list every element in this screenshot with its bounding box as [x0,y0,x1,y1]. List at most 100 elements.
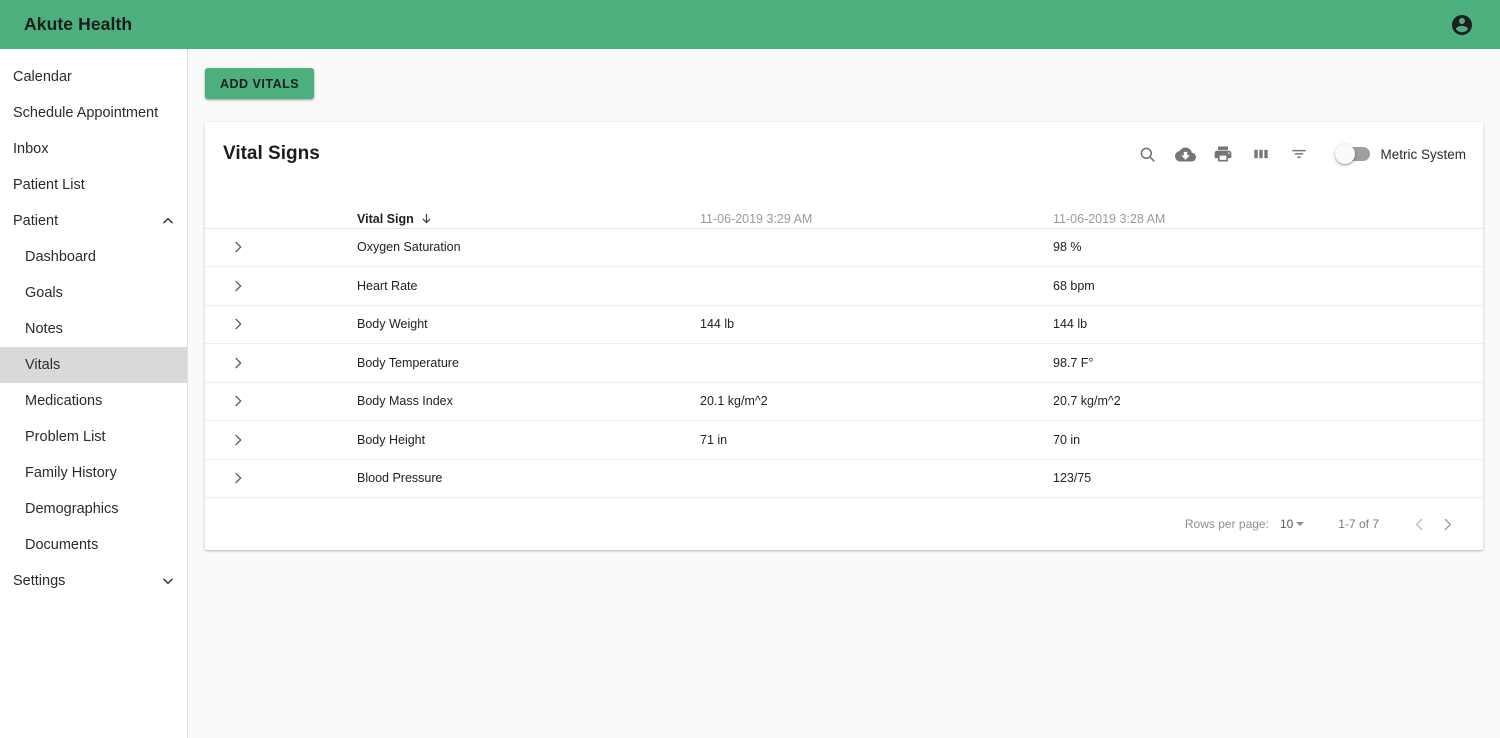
vitals-table-head: Vital Sign 11-06-2019 3:29 AM 11-06-2019… [205,186,1483,229]
sidebar-item-label: Calendar [13,69,72,85]
sidebar-item-vitals[interactable]: Vitals [0,347,187,383]
sidebar-item-documents[interactable]: Documents [0,527,187,563]
chevron-right-icon[interactable] [227,313,249,335]
row-vital-sign-name: Oxygen Saturation [357,228,700,267]
table-row[interactable]: Body Mass Index 20.1 kg/m^2 20.7 kg/m^2 [205,382,1483,421]
sidebar-item-demographics[interactable]: Demographics [0,491,187,527]
sidebar-item-label: Medications [25,393,103,409]
table-row[interactable]: Body Height 71 in 70 in [205,420,1483,460]
sidebar-item-settings[interactable]: Settings [0,563,187,599]
header-vital-sign-label: Vital Sign [357,211,414,226]
metric-system-toggle-track[interactable] [1335,144,1371,164]
sidebar-nav-list: Calendar Schedule Appointment Inbox Patient… [0,59,187,599]
row-value-date-1: 144 lb [700,305,1053,344]
sidebar: Calendar Schedule Appointment Inbox Patient… [0,49,188,738]
table-row[interactable]: Oxygen Saturation 98 % [205,228,1483,267]
main-content: ADD VITALS Vital Signs Metric System Vit… [188,49,1500,738]
previous-page-button[interactable] [1405,510,1433,538]
view-column-icon[interactable] [1248,141,1274,167]
sidebar-item-label: Schedule Appointment [13,105,159,121]
sidebar-item-patient[interactable]: Patient [0,203,187,239]
sidebar-item-schedule-appointment[interactable]: Schedule Appointment [0,95,187,131]
sidebar-item-patient-list[interactable]: Patient List [0,167,187,203]
sidebar-item-label: Dashboard [25,249,96,265]
sidebar-item-label: Settings [13,573,66,589]
table-row[interactable]: Body Temperature 98.7 F° [205,343,1483,383]
rows-per-page-value: 10 [1279,517,1294,531]
sidebar-item-medications[interactable]: Medications [0,383,187,419]
card-toolbar: Vital Signs Metric System [205,122,1483,186]
sidebar-item-label: Patient [13,213,59,229]
cloud-download-icon[interactable] [1172,141,1198,167]
table-row[interactable]: Body Weight 144 lb 144 lb [205,305,1483,344]
sidebar-item-problem-list[interactable]: Problem List [0,419,187,455]
header-vital-sign[interactable]: Vital Sign [357,186,700,229]
rows-per-page-select[interactable]: 10 [1279,517,1305,531]
row-value-date-2: 68 bpm [1053,266,1483,306]
header-date-2-label: 11-06-2019 3:28 AM [1053,211,1166,226]
sidebar-item-notes[interactable]: Notes [0,311,187,347]
row-value-date-2: 144 lb [1053,305,1483,344]
rows-per-page-label: Rows per page: [1184,517,1269,531]
row-value-date-1: 20.1 kg/m^2 [700,382,1053,421]
vitals-table-body: Oxygen Saturation 98 % Heart Rate 68 bpm Bod… [205,228,1483,498]
sidebar-item-dashboard[interactable]: Dashboard [0,239,187,275]
sidebar-item-label: Demographics [25,501,119,517]
metric-system-toggle-thumb[interactable] [1335,144,1356,164]
chevron-up-icon[interactable] [161,214,175,228]
header-date-1-label: 11-06-2019 3:29 AM [700,211,813,226]
sidebar-item-label: Vitals [25,357,61,373]
row-vital-sign-name: Body Temperature [357,343,700,383]
app-bar: Akute Health [0,0,1500,49]
row-value-date-1 [700,459,1053,498]
chevron-right-icon[interactable] [227,467,249,489]
sidebar-item-label: Family History [25,465,117,481]
row-value-date-1: 71 in [700,420,1053,460]
table-row[interactable]: Heart Rate 68 bpm [205,266,1483,306]
sort-vital-sign-button[interactable]: Vital Sign [357,212,433,226]
sidebar-item-calendar[interactable]: Calendar [0,59,187,95]
filter-list-icon[interactable] [1286,141,1312,167]
sidebar-item-label: Notes [25,321,63,337]
row-value-date-2: 70 in [1053,420,1483,460]
chevron-right-icon[interactable] [227,352,249,374]
vital-signs-card: Vital Signs Metric System Vital Sign 11-… [205,122,1483,550]
row-value-date-2: 123/75 [1053,459,1483,498]
add-vitals-button[interactable]: ADD VITALS [205,68,315,99]
row-value-date-2: 20.7 kg/m^2 [1053,382,1483,421]
row-expand-cell [205,459,357,498]
row-expand-cell [205,420,357,460]
row-vital-sign-name: Heart Rate [357,266,700,306]
sidebar-item-goals[interactable]: Goals [0,275,187,311]
print-icon[interactable] [1210,141,1236,167]
row-value-date-1 [700,266,1053,306]
row-expand-cell [205,266,357,306]
account-circle-icon[interactable] [1450,13,1474,37]
header-date-2[interactable]: 11-06-2019 3:28 AM [1053,186,1483,229]
row-expand-cell [205,228,357,267]
sidebar-item-label: Documents [25,537,99,553]
chevron-down-icon [1296,522,1305,526]
table-row[interactable]: Blood Pressure 123/75 [205,459,1483,498]
row-value-date-1 [700,343,1053,383]
header-expand-column [205,186,357,229]
sidebar-item-family-history[interactable]: Family History [0,455,187,491]
chevron-right-icon[interactable] [227,390,249,412]
pagination-range-label: 1-7 of 7 [1338,517,1379,531]
chevron-right-icon[interactable] [227,429,249,451]
row-vital-sign-name: Body Mass Index [357,382,700,421]
row-expand-cell [205,305,357,344]
header-date-1[interactable]: 11-06-2019 3:29 AM [700,186,1053,229]
sidebar-item-label: Inbox [13,141,49,157]
chevron-right-icon[interactable] [227,236,249,258]
search-icon[interactable] [1134,141,1160,167]
chevron-right-icon[interactable] [227,275,249,297]
metric-system-toggle[interactable]: Metric System [1335,144,1466,164]
sidebar-item-label: Patient List [13,177,85,193]
sidebar-item-label: Goals [25,285,63,301]
next-page-button[interactable] [1433,510,1461,538]
chevron-down-icon[interactable] [161,574,175,588]
sidebar-item-inbox[interactable]: Inbox [0,131,187,167]
app-title: Akute Health [24,14,133,34]
row-value-date-1 [700,228,1053,267]
